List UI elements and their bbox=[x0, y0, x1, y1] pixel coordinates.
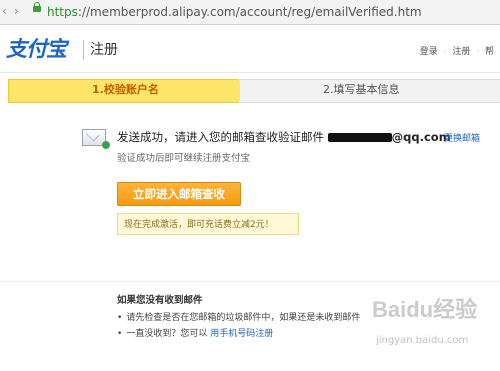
separator-dot: · bbox=[443, 47, 447, 57]
help-link-header[interactable]: 帮 bbox=[485, 47, 494, 57]
envelope-icon bbox=[82, 129, 110, 149]
verification-hint: 验证成功后即可继续注册支付宝 bbox=[117, 153, 251, 164]
url-field[interactable]: https://memberprod.alipay.com/account/re… bbox=[47, 5, 422, 19]
url-path: ://memberprod.alipay.com/account/reg/ema… bbox=[77, 5, 422, 19]
baidu-watermark: Baidu经验 jingyan.baidu.com bbox=[364, 291, 496, 363]
email-domain: @qq.com bbox=[391, 130, 451, 144]
site-header: 支付宝 注册 登录 · 注册 · 帮 bbox=[0, 24, 500, 73]
help-item-spam-text: 请先检查是否在您邮箱的垃圾邮件中，如果还是未收到邮件 bbox=[126, 313, 361, 323]
promo-tip: 现在完成激活，即可充话费立减2元！ bbox=[117, 213, 299, 235]
help-item-spam: • 请先检查是否在您邮箱的垃圾邮件中，如果还是未收到邮件 bbox=[117, 312, 360, 324]
section-divider bbox=[0, 281, 500, 282]
email-address: @qq.com bbox=[327, 130, 451, 144]
page-title: 注册 bbox=[90, 42, 118, 58]
help-item-phone-text: 一直没收到？您可以 bbox=[126, 329, 208, 339]
change-email-link[interactable]: 更换邮箱 bbox=[444, 133, 480, 145]
lock-icon bbox=[33, 2, 41, 12]
sent-message: 发送成功，请进入您的邮箱查收验证邮件 @qq.com bbox=[117, 130, 451, 145]
redacted-email-block bbox=[327, 133, 392, 142]
watermark-text: Baidu经验 bbox=[372, 297, 478, 322]
alipay-logo[interactable]: 支付宝 bbox=[6, 37, 67, 61]
logo-divider bbox=[83, 40, 84, 60]
watermark-sub: jingyan.baidu.com bbox=[376, 335, 469, 346]
browser-address-bar: ‹ › https://memberprod.alipay.com/accoun… bbox=[0, 0, 500, 25]
open-mailbox-button[interactable]: 立即进入邮箱查收 bbox=[117, 182, 241, 206]
bullet: • bbox=[117, 329, 123, 339]
login-link[interactable]: 登录 bbox=[420, 47, 438, 57]
success-check-icon bbox=[102, 141, 110, 149]
separator-dot: · bbox=[476, 47, 480, 57]
register-link[interactable]: 注册 bbox=[452, 47, 470, 57]
forward-arrow-icon[interactable]: › bbox=[14, 4, 22, 18]
step-1-label: 1.校验账户名 bbox=[92, 83, 159, 96]
back-arrow-icon[interactable]: ‹ bbox=[2, 4, 10, 18]
step-2-label: 2.填写基本信息 bbox=[323, 83, 400, 96]
url-scheme: https bbox=[47, 5, 78, 19]
phone-register-link[interactable]: 用手机号码注册 bbox=[210, 329, 273, 339]
help-item-phone: • 一直没收到？您可以 用手机号码注册 bbox=[117, 328, 273, 340]
sent-message-text: 发送成功，请进入您的邮箱查收验证邮件 bbox=[117, 130, 324, 144]
bullet: • bbox=[117, 313, 123, 323]
step-progress-bar: 1.校验账户名 2.填写基本信息 bbox=[8, 79, 500, 103]
help-title: 如果您没有收到邮件 bbox=[117, 295, 203, 306]
header-links: 登录 · 注册 · 帮 bbox=[417, 46, 494, 58]
